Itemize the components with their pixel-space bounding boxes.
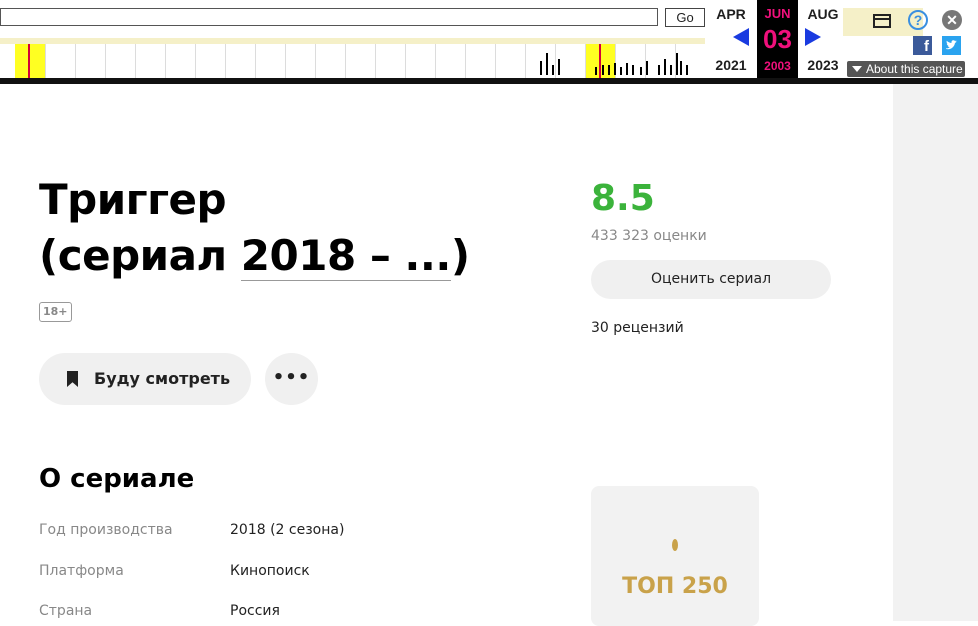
timeline-capture-bar: [608, 65, 610, 75]
capture-month-selector: APR 2021 JUN 03 2003 AUG 2023: [705, 0, 843, 78]
top250-badge[interactable]: ТОП 250: [591, 486, 759, 626]
timeline-capture-bar: [640, 67, 642, 75]
timeline-grid-line: [405, 44, 406, 78]
timeline-capture-marker: [599, 44, 601, 78]
timeline-capture-bar: [540, 61, 542, 75]
info-value[interactable]: Кинопоиск: [230, 563, 310, 579]
timeline-capture-bar: [658, 65, 660, 75]
top250-label: ТОП 250: [622, 574, 728, 599]
timeline-grid-line: [345, 44, 346, 78]
timeline-grid-line: [555, 44, 556, 78]
timeline-capture-bar: [546, 53, 548, 75]
next-month: AUG: [807, 6, 839, 22]
info-key: Год производства: [39, 522, 173, 538]
watchlist-button[interactable]: Буду смотреть: [39, 353, 251, 405]
toolbar-bottom-border: [0, 78, 978, 84]
prev-month: APR: [716, 6, 746, 22]
timeline-capture-bar: [632, 65, 634, 75]
timeline-capture-bar: [552, 65, 554, 75]
timeline-grid-line: [525, 44, 526, 78]
timeline-grid-line: [285, 44, 286, 78]
timeline-grid-line: [255, 44, 256, 78]
timeline-grid-line: [585, 44, 586, 78]
timeline-capture-bar: [602, 65, 604, 75]
title-line1: Триггер: [39, 175, 227, 224]
facebook-icon[interactable]: f: [913, 36, 932, 55]
timeline-grid-line: [225, 44, 226, 78]
timeline-grid-line: [495, 44, 496, 78]
timeline-grid-line: [465, 44, 466, 78]
wayback-toolbar: Go APR 2021 JUN 03 2003 AUG 2023 ? ✕ f A…: [0, 0, 978, 82]
capture-timeline[interactable]: [0, 38, 705, 78]
timeline-capture-bar: [676, 53, 678, 75]
info-key: Страна: [39, 603, 93, 619]
right-gutter: [893, 0, 978, 621]
timeline-capture-bar: [626, 63, 628, 75]
timeline-grid-line: [45, 44, 46, 78]
about-capture-button[interactable]: About this capture: [847, 61, 965, 77]
current-month: JUN: [764, 6, 791, 21]
next-year: 2023: [807, 57, 839, 73]
timeline-grid-line: [195, 44, 196, 78]
rate-show-button[interactable]: Оценить сериал: [591, 260, 831, 299]
current-year: 2003: [764, 59, 791, 73]
age-rating-badge: 18+: [39, 302, 72, 322]
rating-value: 8.5: [591, 178, 655, 219]
timeline-grid-line: [105, 44, 106, 78]
info-key: Платформа: [39, 563, 124, 579]
about-heading: О сериале: [39, 464, 195, 494]
timeline-capture-bar: [686, 65, 688, 75]
timeline-capture-bar: [664, 59, 666, 75]
help-icon[interactable]: ?: [908, 10, 928, 30]
laurel-icon: [672, 539, 678, 551]
window-icon[interactable]: [873, 14, 891, 28]
reviews-link[interactable]: 30 рецензий: [591, 320, 684, 336]
current-capture-column: JUN 03 2003: [757, 0, 798, 78]
more-options-button[interactable]: •••: [265, 353, 318, 405]
timeline-capture-bar: [614, 63, 616, 75]
timeline-grid-line: [375, 44, 376, 78]
info-value[interactable]: 2018 (2 сезона): [230, 522, 344, 538]
prev-month-column[interactable]: APR 2021: [705, 0, 757, 78]
next-capture-arrow-icon[interactable]: [805, 28, 821, 46]
current-day: 03: [763, 24, 792, 54]
wayback-url-input[interactable]: [0, 8, 658, 26]
twitter-icon[interactable]: [942, 36, 961, 55]
title-prefix: (сериал: [39, 231, 241, 280]
prev-year: 2021: [715, 57, 747, 73]
wayback-go-button[interactable]: Go: [665, 8, 705, 27]
watchlist-label: Буду смотреть: [94, 369, 231, 388]
timeline-capture-bar: [680, 61, 682, 75]
vote-count: 433 323 оценки: [591, 228, 707, 244]
timeline-capture-bar: [646, 61, 648, 75]
prev-capture-arrow-icon[interactable]: [733, 28, 749, 46]
timeline-grid-line: [135, 44, 136, 78]
title-years-link[interactable]: 2018 – ...: [240, 231, 451, 281]
page-title: Триггер (сериал 2018 – ...): [39, 172, 539, 284]
title-suffix: ): [450, 231, 470, 280]
timeline-grid-line: [75, 44, 76, 78]
timeline-grid-line: [435, 44, 436, 78]
close-icon[interactable]: ✕: [942, 10, 962, 30]
timeline-year-highlight: [586, 44, 616, 78]
timeline-capture-bar: [620, 67, 622, 75]
dropdown-triangle-icon: [852, 66, 862, 72]
timeline-grid-line: [165, 44, 166, 78]
timeline-grid-line: [315, 44, 316, 78]
timeline-capture-bar: [595, 67, 597, 75]
bookmark-icon: [67, 371, 78, 387]
info-value[interactable]: Россия: [230, 603, 280, 619]
timeline-capture-marker: [28, 44, 30, 78]
timeline-capture-bar: [558, 59, 560, 75]
timeline-year-highlight: [15, 44, 45, 78]
about-capture-label: About this capture: [866, 62, 963, 76]
timeline-capture-bar: [670, 65, 672, 75]
